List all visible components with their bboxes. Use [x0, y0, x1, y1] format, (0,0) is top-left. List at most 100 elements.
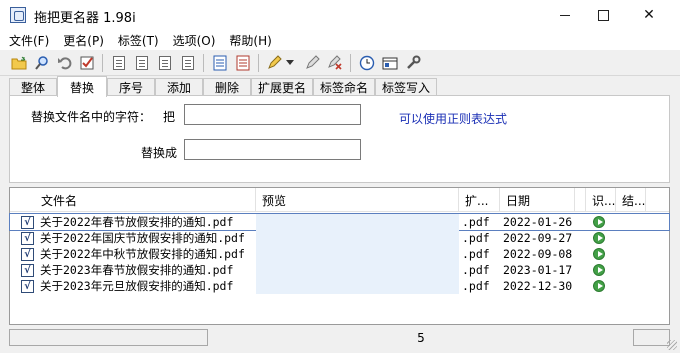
- column-header-preview[interactable]: 预览: [256, 188, 459, 212]
- row-checkbox[interactable]: √: [21, 264, 34, 277]
- cell-filename: 关于2022年中秋节放假安排的通知.pdf: [40, 247, 245, 261]
- cell-extension: .pdf: [462, 263, 490, 277]
- cell-date: 2022-09-27: [503, 231, 573, 245]
- table-row[interactable]: √ 关于2022年国庆节放假安排的通知.pdf .pdf 2022-09-27: [10, 230, 669, 246]
- cell-preview: [256, 230, 459, 246]
- column-header-extension[interactable]: 扩...: [459, 188, 500, 212]
- pen-icon[interactable]: [265, 54, 283, 72]
- cell-extension: .pdf: [462, 279, 490, 293]
- cell-filename: 关于2023年春节放假安排的通知.pdf: [40, 263, 234, 277]
- status-play-icon: [593, 214, 609, 230]
- column-header-date[interactable]: 日期: [500, 188, 575, 212]
- cell-preview: [256, 278, 459, 294]
- find-input[interactable]: [184, 104, 361, 125]
- cell-filename: 关于2022年春节放假安排的通知.pdf: [40, 215, 234, 229]
- window-title: 拖把更名器 1.98i: [34, 11, 136, 26]
- find-label: 替换文件名中的字符：: [31, 110, 152, 124]
- cell-date: 2023-01-17: [503, 263, 573, 277]
- status-right: [633, 329, 670, 346]
- tab-add[interactable]: 添加: [155, 78, 203, 96]
- cell-result: [616, 278, 646, 294]
- menu-options[interactable]: 选项(O): [173, 32, 216, 49]
- clock-icon[interactable]: [358, 54, 376, 72]
- row-checkbox[interactable]: √: [21, 248, 34, 261]
- search-icon[interactable]: [33, 54, 51, 72]
- delete-tag-icon[interactable]: [326, 54, 344, 72]
- toolbar-separator: [350, 54, 351, 72]
- cell-filename: 关于2022年国庆节放假安排的通知.pdf: [40, 231, 245, 245]
- file-list[interactable]: 文件名 预览 扩... 日期 识... 结... √ 关于2022年春节放假安排…: [9, 187, 670, 325]
- column-header-filename[interactable]: 文件名: [35, 188, 256, 212]
- status-file-count: 5: [211, 329, 631, 346]
- cell-extension: .pdf: [462, 215, 490, 229]
- open-folder-icon[interactable]: [10, 54, 28, 72]
- document-list-icon[interactable]: [234, 54, 252, 72]
- clear-tag-icon[interactable]: [303, 54, 321, 72]
- undo-icon[interactable]: [56, 54, 74, 72]
- move-down-icon[interactable]: [110, 54, 128, 72]
- move-up-icon[interactable]: [133, 54, 151, 72]
- title-bar: 拖把更名器 1.98i ✕: [0, 0, 680, 30]
- cell-extension: .pdf: [462, 231, 490, 245]
- toolbar-separator: [203, 54, 204, 72]
- column-header-result[interactable]: 结...: [616, 188, 646, 212]
- tab-tag-write[interactable]: 标签写入: [375, 78, 437, 96]
- cell-result: [616, 262, 646, 278]
- move-top-icon[interactable]: [156, 54, 174, 72]
- table-row[interactable]: √ 关于2023年元旦放假安排的通知.pdf .pdf 2022-12-30: [10, 278, 669, 294]
- tab-tag-naming[interactable]: 标签命名: [313, 78, 375, 96]
- column-header-spacer: [575, 188, 586, 212]
- status-play-icon: [593, 278, 609, 294]
- table-row[interactable]: √ 关于2022年中秋节放假安排的通知.pdf .pdf 2022-09-08: [10, 246, 669, 262]
- maximize-button[interactable]: [580, 0, 626, 30]
- cell-preview: [256, 262, 459, 278]
- cell-date: 2022-09-08: [503, 247, 573, 261]
- menu-bar: 文件(F) 更名(P) 标签(T) 选项(O) 帮助(H): [0, 30, 680, 50]
- row-checkbox[interactable]: √: [21, 216, 34, 229]
- menu-rename[interactable]: 更名(P): [63, 32, 104, 49]
- regex-hint-link[interactable]: 可以使用正则表达式: [399, 110, 507, 127]
- menu-help[interactable]: 帮助(H): [229, 32, 271, 49]
- status-play-icon: [593, 262, 609, 278]
- tab-overall[interactable]: 整体: [9, 78, 57, 96]
- replace-input[interactable]: [184, 139, 361, 160]
- cell-filename: 关于2023年元旦放假安排的通知.pdf: [40, 279, 234, 293]
- cell-result: [616, 246, 646, 262]
- document-icon[interactable]: [211, 54, 229, 72]
- toolbar-separator: [102, 54, 103, 72]
- info-icon[interactable]: [381, 54, 399, 72]
- table-row[interactable]: √ 关于2022年春节放假安排的通知.pdf .pdf 2022-01-26: [9, 213, 670, 231]
- cell-result: [616, 230, 646, 246]
- status-bar: 5: [0, 326, 680, 353]
- tab-delete[interactable]: 删除: [203, 78, 251, 96]
- table-row[interactable]: √ 关于2023年春节放假安排的通知.pdf .pdf 2023-01-17: [10, 262, 669, 278]
- close-button[interactable]: ✕: [626, 0, 672, 30]
- tools-icon[interactable]: [404, 54, 422, 72]
- toolbar-separator: [258, 54, 259, 72]
- check-icon[interactable]: [78, 54, 96, 72]
- toolbar: [0, 50, 680, 76]
- cell-preview: [256, 246, 459, 262]
- cell-extension: .pdf: [462, 247, 490, 261]
- move-bottom-icon[interactable]: [179, 54, 197, 72]
- status-progress: [9, 329, 208, 346]
- column-header-recognize[interactable]: 识...: [586, 188, 616, 212]
- row-checkbox[interactable]: √: [21, 232, 34, 245]
- resize-grip-icon[interactable]: [667, 340, 677, 350]
- status-play-icon: [593, 246, 609, 262]
- row-checkbox[interactable]: √: [21, 280, 34, 293]
- replace-label: 替换成: [141, 146, 178, 160]
- find-label-suffix: 把: [163, 110, 176, 124]
- cell-preview: [256, 214, 459, 230]
- cell-result: [616, 214, 646, 230]
- replace-panel: 替换文件名中的字符： 把 可以使用正则表达式 替换成: [9, 95, 670, 183]
- menu-file[interactable]: 文件(F): [9, 32, 49, 49]
- tab-replace[interactable]: 替换: [57, 76, 107, 97]
- cell-date: 2022-12-30: [503, 279, 573, 293]
- menu-tag[interactable]: 标签(T): [118, 32, 159, 49]
- tab-sequence[interactable]: 序号: [107, 78, 155, 96]
- cell-date: 2022-01-26: [503, 215, 573, 229]
- tab-extended-rename[interactable]: 扩展更名: [251, 78, 313, 96]
- dropdown-arrow-icon[interactable]: [285, 54, 295, 72]
- app-icon: [10, 7, 26, 23]
